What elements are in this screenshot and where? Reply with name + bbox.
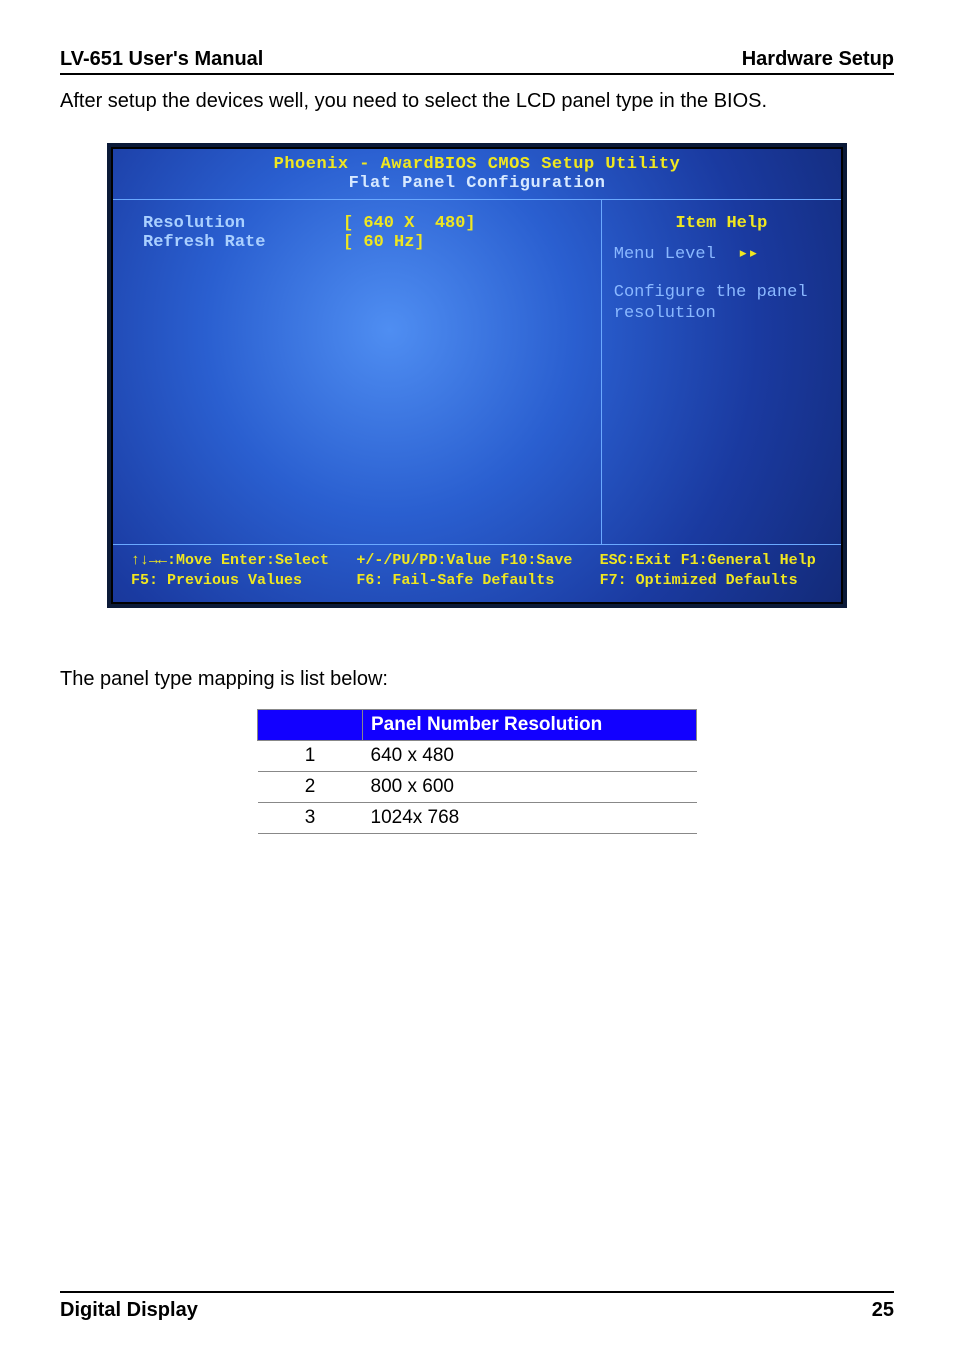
table-cell-res: 640 x 480 xyxy=(363,740,697,771)
bios-row-resolution[interactable]: Resolution [ 640 X 480] xyxy=(143,214,591,233)
table-cell-res: 1024x 768 xyxy=(363,802,697,833)
bios-help-panel: Item Help Menu Level ▸▸ Configure the pa… xyxy=(601,200,841,544)
table-cell-num: 1 xyxy=(258,740,363,771)
table-cell-num: 3 xyxy=(258,802,363,833)
table-cell-res: 800 x 600 xyxy=(363,771,697,802)
table-row: 3 1024x 768 xyxy=(258,802,697,833)
bios-footer-move: ↑↓→←:Move Enter:Select xyxy=(131,551,344,571)
bios-footer-optimized: F7: Optimized Defaults xyxy=(600,571,831,591)
header-title-left: LV-651 User's Manual xyxy=(60,48,263,71)
bios-help-title: Item Help xyxy=(614,214,829,233)
bios-screenshot: Phoenix - AwardBIOS CMOS Setup Utility F… xyxy=(107,143,847,608)
arrow-right-icon: ▸▸ xyxy=(738,245,758,264)
bios-footer-value: +/-/PU/PD:Value F10:Save xyxy=(356,551,587,571)
bios-footer-prev: F5: Previous Values xyxy=(131,571,344,591)
bios-footer-col-2: +/-/PU/PD:Value F10:Save F6: Fail-Safe D… xyxy=(356,551,587,592)
bios-main: Resolution [ 640 X 480] Refresh Rate [ 6… xyxy=(113,200,841,545)
bios-title-line-1: Phoenix - AwardBIOS CMOS Setup Utility xyxy=(113,155,841,174)
bios-footer-failsafe: F6: Fail-Safe Defaults xyxy=(356,571,587,591)
header-title-right: Hardware Setup xyxy=(742,48,894,71)
bios-help-menu-level: Menu Level ▸▸ xyxy=(614,243,829,264)
bios-title-line-2: Flat Panel Configuration xyxy=(113,174,841,193)
page-header: LV-651 User's Manual Hardware Setup xyxy=(60,48,894,75)
bios-value-resolution: [ 640 X 480] xyxy=(343,214,476,233)
intro-paragraph: After setup the devices well, you need t… xyxy=(60,87,894,115)
bios-help-description: Configure the panel resolution xyxy=(614,282,829,325)
bios-help-menu-label: Menu Level xyxy=(614,245,716,264)
table-row: 1 640 x 480 xyxy=(258,740,697,771)
bios-label-resolution: Resolution xyxy=(143,214,343,233)
panel-mapping-table: Panel Number Resolution 1 640 x 480 2 80… xyxy=(257,709,697,834)
table-cell-num: 2 xyxy=(258,771,363,802)
page-footer: Digital Display 25 xyxy=(60,1291,894,1322)
mapping-heading: The panel type mapping is list below: xyxy=(60,668,894,691)
footer-page-number: 25 xyxy=(872,1299,894,1322)
table-header-blank xyxy=(258,709,363,740)
bios-row-refresh[interactable]: Refresh Rate [ 60 Hz] xyxy=(143,233,591,252)
bios-settings-panel: Resolution [ 640 X 480] Refresh Rate [ 6… xyxy=(113,200,601,544)
bios-footer-col-3: ESC:Exit F1:General Help F7: Optimized D… xyxy=(600,551,831,592)
bios-footer-exit: ESC:Exit F1:General Help xyxy=(600,551,831,571)
bios-screen: Phoenix - AwardBIOS CMOS Setup Utility F… xyxy=(111,147,843,604)
table-header-resolution: Panel Number Resolution xyxy=(363,709,697,740)
table-header-row: Panel Number Resolution xyxy=(258,709,697,740)
bios-footer-col-1: ↑↓→←:Move Enter:Select F5: Previous Valu… xyxy=(131,551,344,592)
footer-section-title: Digital Display xyxy=(60,1299,198,1322)
bios-value-refresh: [ 60 Hz] xyxy=(343,233,425,252)
bios-footer: ↑↓→←:Move Enter:Select F5: Previous Valu… xyxy=(113,545,841,602)
bios-title: Phoenix - AwardBIOS CMOS Setup Utility F… xyxy=(113,149,841,200)
table-row: 2 800 x 600 xyxy=(258,771,697,802)
bios-label-refresh: Refresh Rate xyxy=(143,233,343,252)
